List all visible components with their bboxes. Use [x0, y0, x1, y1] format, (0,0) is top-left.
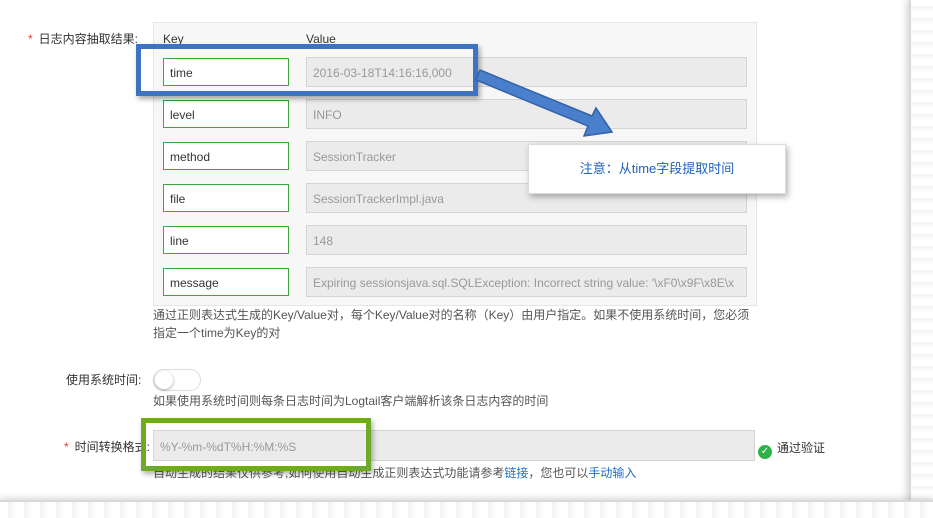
- arrow-shape: [475, 69, 614, 137]
- torn-bottom-edge: [0, 500, 933, 518]
- torn-right-edge: [909, 0, 933, 518]
- callout-arrow: [475, 69, 614, 137]
- annotation-note: 注意：从time字段提取时间: [528, 144, 786, 194]
- time-format-highlight: [141, 418, 371, 471]
